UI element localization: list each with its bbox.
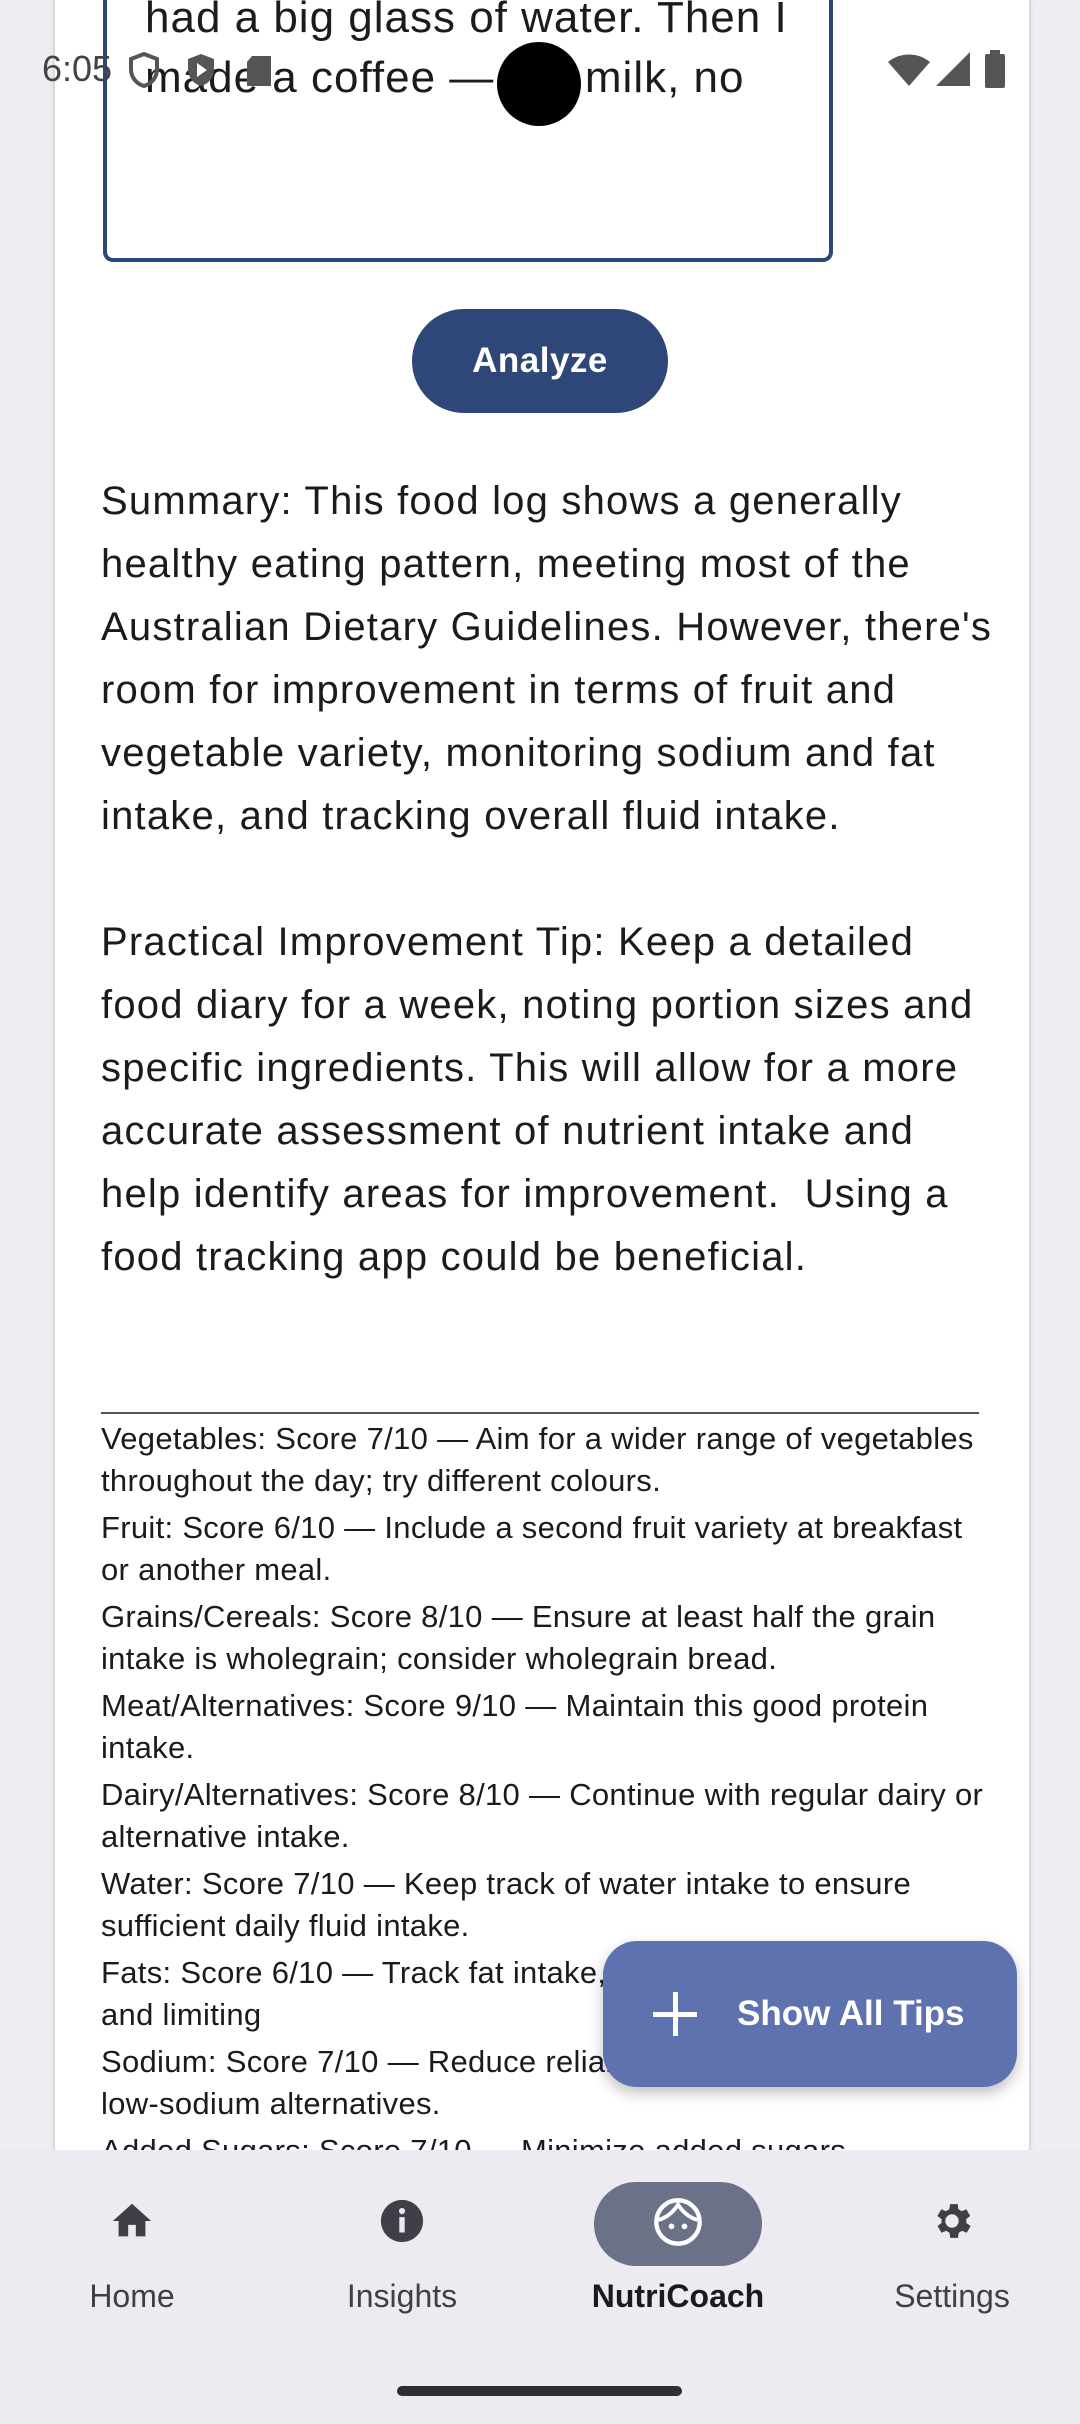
nav-label-insights: Insights — [346, 2278, 458, 2314]
shield-icon — [129, 52, 159, 88]
nav-item-home[interactable]: Home — [0, 2150, 267, 2350]
front-camera — [497, 42, 581, 126]
score-item: Added Sugars: Score 7/10 — Minimize adde… — [101, 2130, 986, 2150]
sd-card-icon — [247, 56, 271, 86]
wifi-icon — [888, 54, 930, 86]
nav-item-settings[interactable]: Settings — [817, 2150, 1080, 2350]
nav-item-nutricoach[interactable]: NutriCoach — [543, 2150, 813, 2350]
summary-text: Summary: This food log shows a generally… — [101, 479, 993, 1279]
signal-icon — [936, 52, 970, 86]
show-all-tips-button[interactable]: Show All Tips — [603, 1941, 1017, 2087]
score-item: Meat/Alternatives: Score 9/10 — Maintain… — [101, 1688, 929, 1765]
status-bar: 6:05 — [0, 0, 1080, 140]
bottom-navigation: Home Insights NutriCoach Settings — [0, 2150, 1080, 2424]
content-card: had a big glass of water. Then I made a … — [53, 0, 1031, 2150]
show-all-tips-label: Show All Tips — [737, 1994, 965, 2033]
home-icon — [112, 2203, 152, 2237]
score-item: Fruit: Score 6/10 — Include a second fru… — [101, 1510, 963, 1587]
status-time: 6:05 — [42, 48, 113, 89]
info-icon — [380, 2199, 424, 2243]
gear-icon — [937, 2204, 971, 2238]
nav-item-insights[interactable]: Insights — [267, 2150, 537, 2350]
analyze-button[interactable]: Analyze — [412, 309, 668, 413]
nav-label-nutricoach: NutriCoach — [591, 2278, 765, 2314]
score-item: Water: Score 7/10 — Keep track of water … — [101, 1866, 911, 1943]
score-item: Vegetables: Score 7/10 — Aim for a wider… — [101, 1421, 974, 1498]
battery-icon — [985, 50, 1005, 88]
score-item: Grains/Cereals: Score 8/10 — Ensure at l… — [101, 1599, 936, 1676]
nav-label-home: Home — [89, 2278, 175, 2314]
face-icon — [654, 2198, 702, 2246]
plus-icon — [653, 1992, 697, 2036]
gesture-home-bar[interactable] — [397, 2386, 682, 2396]
score-item: Dairy/Alternatives: Score 8/10 — Continu… — [101, 1777, 984, 1854]
divider — [101, 1412, 979, 1414]
play-protect-icon — [188, 54, 214, 86]
nav-label-settings: Settings — [894, 2278, 1010, 2314]
